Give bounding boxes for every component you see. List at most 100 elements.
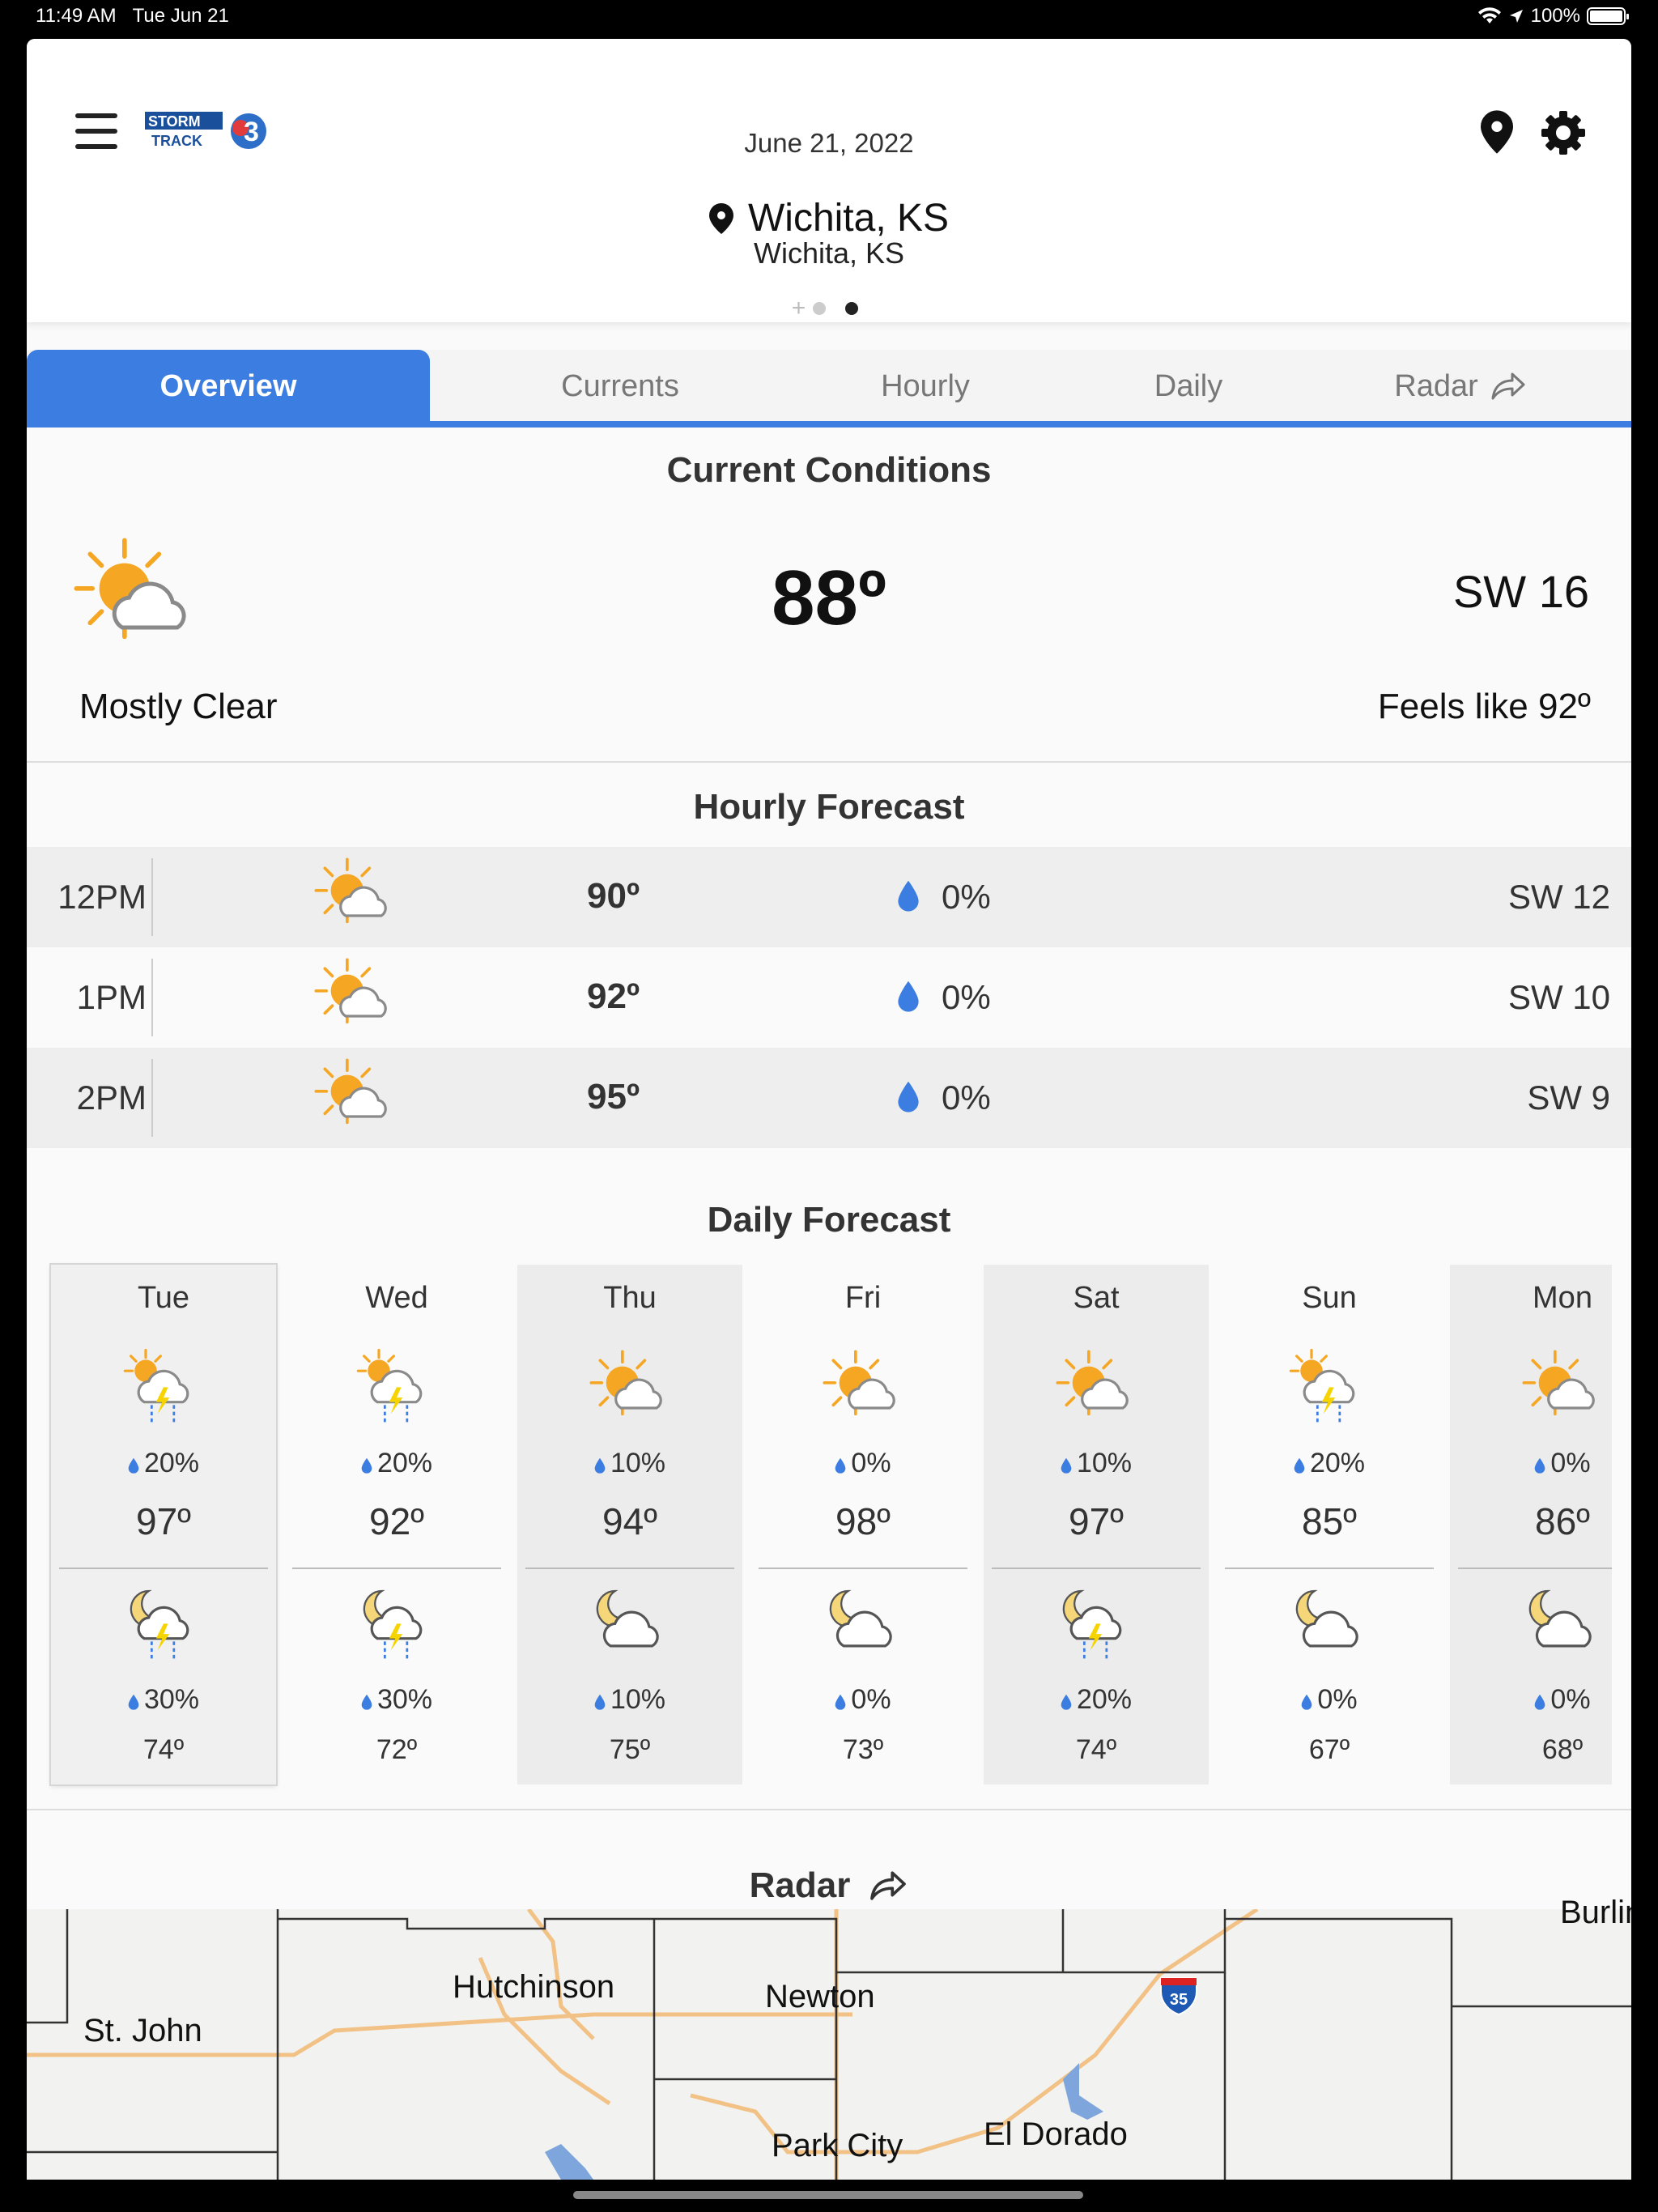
- day-name: Sat: [1073, 1281, 1120, 1315]
- low-temp: 75º: [609, 1734, 651, 1765]
- header: STORM TRACK 3 June 21, 2022 Wichita, KS …: [27, 39, 1631, 322]
- tab-overview[interactable]: Overview: [27, 350, 430, 423]
- tab-underline: [27, 421, 1631, 428]
- hourly-row[interactable]: 1PM 92º 0% SW 10: [27, 947, 1631, 1048]
- raindrop-icon: [1061, 1694, 1072, 1710]
- high-temp: 86º: [1535, 1500, 1590, 1542]
- page-dot-1[interactable]: [812, 302, 826, 315]
- day-name: Tue: [137, 1281, 190, 1315]
- status-right: 100%: [1477, 5, 1629, 28]
- tab-radar[interactable]: Radar: [1290, 350, 1631, 423]
- tab-daily[interactable]: Daily: [1063, 350, 1314, 423]
- raindrop-icon: [1534, 1457, 1545, 1474]
- day-column[interactable]: Mon 0% 86º 0% 68º: [1450, 1265, 1612, 1784]
- radar-map[interactable]: 35 St. John Hutchinson Newton El Dorado …: [27, 1895, 1631, 2180]
- wifi-icon: [1477, 7, 1501, 23]
- low-temp: 74º: [1075, 1734, 1117, 1765]
- divider: [292, 1568, 501, 1569]
- page-indicator[interactable]: +: [27, 295, 1631, 322]
- divider: [1225, 1568, 1434, 1569]
- day-column[interactable]: Tue 20% 97º 30% 74º: [51, 1265, 276, 1784]
- battery-icon: [1587, 7, 1629, 25]
- gear-icon[interactable]: [1541, 110, 1586, 155]
- separator: [151, 858, 153, 936]
- day-column[interactable]: Fri 0% 98º 0% 73º: [750, 1265, 976, 1784]
- night-precip: 0%: [1217, 1684, 1442, 1716]
- low-temp: 67º: [1308, 1734, 1350, 1765]
- hourly-forecast-title: Hourly Forecast: [693, 787, 965, 827]
- location-row[interactable]: Wichita, KS: [27, 196, 1631, 240]
- moon-cloud-icon: [818, 1582, 908, 1671]
- divider: [525, 1568, 734, 1569]
- night-precip: 10%: [517, 1684, 742, 1716]
- radar-section-title[interactable]: Radar: [27, 1865, 1631, 1906]
- status-bar: 11:49 AM Tue Jun 21 100%: [0, 0, 1658, 37]
- high-temp: 94º: [602, 1500, 657, 1542]
- raindrop-icon: [1534, 1694, 1545, 1710]
- day-column[interactable]: Wed 20% 92º 30% 72º: [284, 1265, 509, 1784]
- raindrop-icon: [897, 879, 920, 912]
- raindrop-icon: [361, 1694, 372, 1710]
- divider: [1458, 1568, 1612, 1569]
- battery-percent: 100%: [1530, 5, 1580, 27]
- map-city-label: Park City: [772, 2128, 903, 2163]
- feels-like: Feels like 92º: [1377, 687, 1591, 726]
- day-column[interactable]: Sat 10% 97º 20% 74º: [984, 1265, 1209, 1784]
- page-dot-2[interactable]: [845, 302, 859, 315]
- sun-thunderstorm-icon: [352, 1346, 441, 1435]
- divider: [59, 1568, 268, 1569]
- hourly-row[interactable]: 12PM 90º 0% SW 12: [27, 847, 1631, 947]
- night-precip: 20%: [984, 1684, 1209, 1716]
- raindrop-icon: [128, 1694, 139, 1710]
- hour-time: 1PM: [76, 978, 147, 1016]
- partly-sunny-icon: [310, 1054, 399, 1143]
- add-location-icon: +: [791, 295, 806, 321]
- share-arrow-icon: [1491, 372, 1525, 400]
- divider: [27, 1809, 1631, 1810]
- map-pin-icon[interactable]: [1481, 110, 1513, 154]
- raindrop-icon: [897, 980, 920, 1012]
- share-arrow-icon: [870, 1871, 907, 1900]
- divider: [759, 1568, 967, 1569]
- current-condition: Mostly Clear: [79, 687, 278, 726]
- svg-text:35: 35: [1170, 1991, 1188, 2009]
- raindrop-icon: [594, 1457, 606, 1474]
- day-column[interactable]: Sun 20% 85º 0% 67º: [1217, 1265, 1442, 1784]
- day-precip: 0%: [750, 1448, 976, 1479]
- map-city-label: Hutchinson: [453, 1969, 615, 2005]
- hour-precip: 0%: [942, 1078, 991, 1117]
- hour-wind: SW 9: [1527, 1078, 1610, 1117]
- current-wind: SW 16: [1452, 566, 1589, 617]
- partly-sunny-icon: [310, 853, 399, 942]
- map-city-label: Burling: [1560, 1895, 1631, 1930]
- hour-wind: SW 10: [1507, 978, 1610, 1016]
- raindrop-icon: [1301, 1694, 1312, 1710]
- moon-cloud-icon: [585, 1582, 674, 1671]
- hour-wind: SW 12: [1507, 878, 1610, 916]
- raindrop-icon: [835, 1457, 846, 1474]
- app-window: STORM TRACK 3 June 21, 2022 Wichita, KS …: [27, 39, 1631, 2180]
- raindrop-icon: [594, 1694, 606, 1710]
- day-name: Wed: [365, 1281, 428, 1315]
- raindrop-icon: [835, 1694, 846, 1710]
- svg-text:STORM: STORM: [148, 113, 201, 130]
- interstate-shield-icon: 35: [1160, 1977, 1197, 2016]
- low-temp: 74º: [142, 1734, 185, 1765]
- date-label: June 21, 2022: [744, 128, 914, 158]
- high-temp: 98º: [835, 1500, 891, 1542]
- home-indicator[interactable]: [573, 2191, 1083, 2199]
- tab-hourly[interactable]: Hourly: [788, 350, 1063, 423]
- day-precip: 10%: [517, 1448, 742, 1479]
- hourly-row[interactable]: 2PM 95º 0% SW 9: [27, 1048, 1631, 1148]
- map-city-label: El Dorado: [984, 2116, 1128, 2152]
- night-precip: 30%: [51, 1684, 276, 1716]
- hour-temp: 90º: [587, 876, 640, 916]
- status-time: 11:49 AM Tue Jun 21: [36, 5, 229, 27]
- moon-cloud-icon: [1285, 1582, 1374, 1671]
- current-conditions-title: Current Conditions: [666, 450, 992, 490]
- night-precip: 30%: [284, 1684, 509, 1716]
- day-column[interactable]: Thu 10% 94º 10% 75º: [517, 1265, 742, 1784]
- divider: [992, 1568, 1201, 1569]
- low-temp: 72º: [376, 1734, 418, 1765]
- tab-currents[interactable]: Currents: [430, 350, 810, 423]
